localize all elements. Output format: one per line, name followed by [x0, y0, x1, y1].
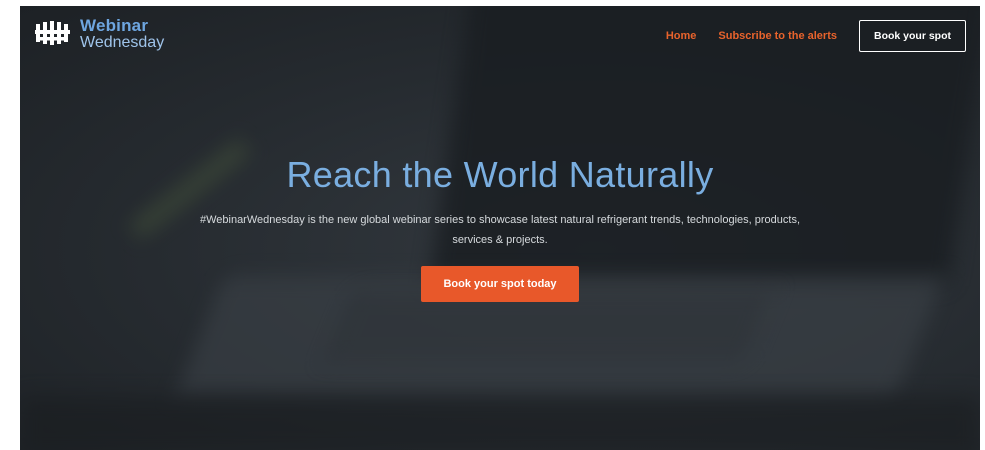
hero-description: #WebinarWednesday is the new global webi…	[199, 214, 801, 246]
brand-name-line1: Webinar	[80, 16, 149, 35]
top-navigation: Home Subscribe to the alerts Book your s…	[655, 20, 966, 52]
brand-name-line2: Wednesday	[80, 34, 165, 51]
background-desk	[20, 396, 980, 450]
hero-section: Webinar Wednesday Home Subscribe to the …	[20, 6, 980, 450]
nav-home-link[interactable]: Home	[655, 24, 708, 48]
webinar-wednesday-logo-icon	[35, 21, 70, 45]
nav-subscribe-link[interactable]: Subscribe to the alerts	[707, 24, 848, 48]
brand-logo[interactable]: Webinar Wednesday	[34, 16, 164, 52]
hero-title: Reach the World Naturally	[286, 154, 714, 195]
book-your-spot-button[interactable]: Book your spot	[858, 20, 966, 52]
hero-content: Reach the World Naturally #WebinarWednes…	[20, 154, 980, 302]
book-your-spot-today-button[interactable]: Book your spot today	[421, 266, 579, 302]
